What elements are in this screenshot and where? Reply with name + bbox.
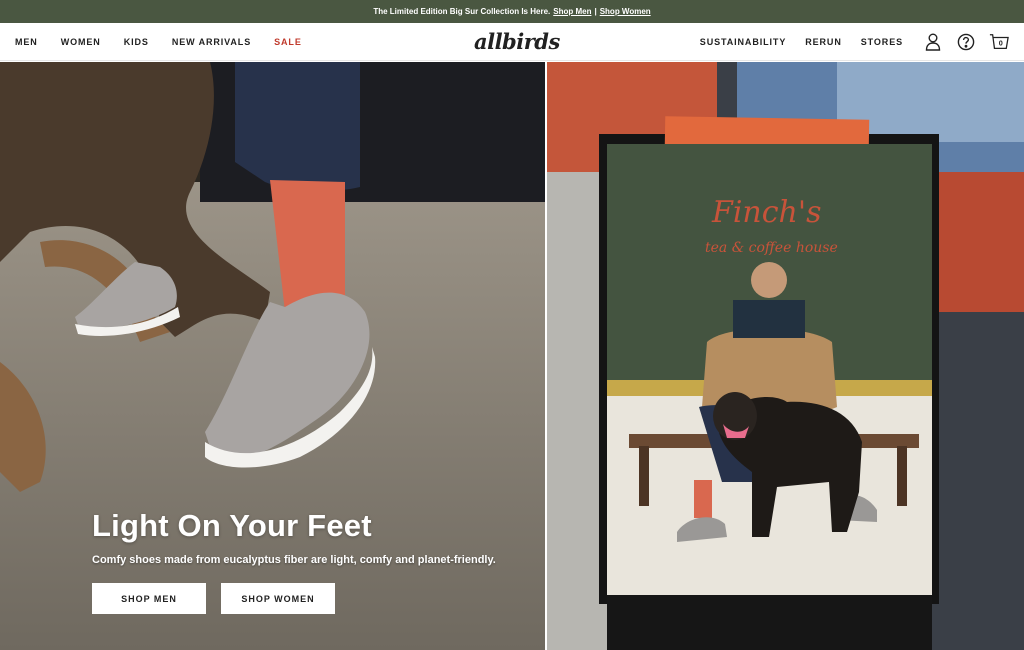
nav-link-new-arrivals[interactable]: NEW ARRIVALS [172,37,251,47]
nav-link-rerun[interactable]: RERUN [805,37,842,47]
cart-svg: 0 [989,34,1009,49]
nav-icons: 0 [923,32,1009,52]
nav-link-sustainability[interactable]: SUSTAINABILITY [700,37,786,47]
storefront-sign-subtitle: tea & coffee house [705,240,838,256]
shop-men-button[interactable]: SHOP MEN [92,583,206,614]
promo-text: The Limited Edition Big Sur Collection I… [373,7,551,16]
allbirds-logo[interactable]: allbirds [474,29,560,54]
promo-banner: The Limited Edition Big Sur Collection I… [0,0,1024,23]
hero-title: Light On Your Feet [92,508,372,543]
promo-shop-women-link[interactable]: Shop Women [600,7,651,16]
nav-link-stores[interactable]: STORES [861,37,903,47]
nav-left-links: MEN WOMEN KIDS NEW ARRIVALS SALE [15,23,302,61]
cart-count: 0 [999,39,1003,48]
promo-separator: | [594,7,597,16]
storefront-sign-title: Finch's [711,195,822,230]
nav-link-kids[interactable]: KIDS [124,37,149,47]
nav-link-men[interactable]: MEN [15,37,38,47]
hero-right-photo: Finch's tea & coffee house [547,62,1024,650]
shop-women-button[interactable]: SHOP WOMEN [221,583,335,614]
main-navigation: MEN WOMEN KIDS NEW ARRIVALS SALE allbird… [0,23,1024,61]
help-icon[interactable] [956,32,976,52]
hero-image-right: Finch's tea & coffee house [547,62,1024,650]
hero-title-wrapper: Light On Your Feet [92,508,372,544]
nav-link-sale[interactable]: SALE [274,37,302,47]
promo-shop-men-link[interactable]: Shop Men [553,7,591,16]
account-icon[interactable] [923,32,943,52]
nav-right-links: SUSTAINABILITY RERUN STORES 0 [700,23,1009,61]
cart-icon[interactable]: 0 [989,32,1009,52]
hero-subtitle: Comfy shoes made from eucalyptus fiber a… [92,554,496,566]
nav-link-women[interactable]: WOMEN [61,37,101,47]
